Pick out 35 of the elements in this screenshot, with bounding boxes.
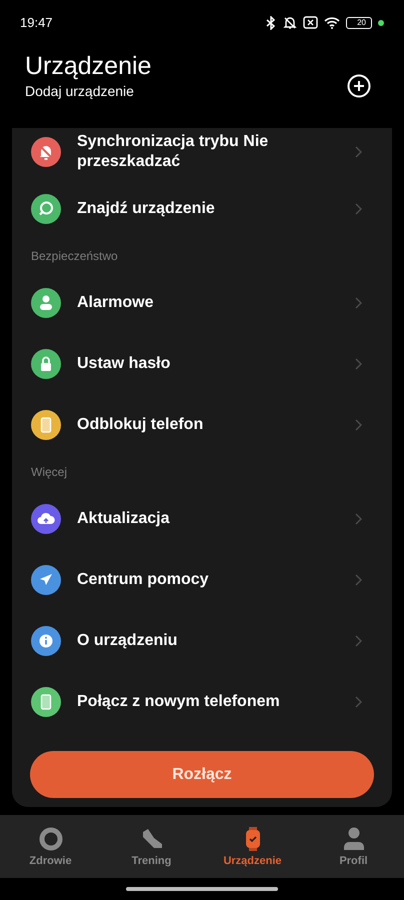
wifi-icon [324, 16, 340, 29]
add-device-link[interactable]: Dodaj urządzenie [25, 83, 152, 99]
settings-item[interactable]: Aktualizacja [12, 488, 392, 549]
chevron-icon [355, 574, 362, 586]
settings-item[interactable]: Centrum pomocy [12, 549, 392, 610]
sim-icon [303, 16, 318, 29]
chevron-icon [355, 512, 362, 524]
settings-item[interactable]: O urządzeniu [12, 610, 392, 671]
page-title: Urządzenie [25, 51, 152, 81]
chevron-icon [355, 358, 362, 370]
settings-item[interactable]: Synchronizacja trybu Nie przeszkadzać [12, 128, 392, 178]
status-time: 19:47 [20, 15, 53, 30]
nav-tab[interactable]: Trening [101, 815, 202, 878]
nav-tab[interactable]: Profil [303, 815, 404, 878]
chevron-icon [355, 418, 362, 430]
nav-tab[interactable]: Urządzenie [202, 815, 303, 878]
bluetooth-icon [265, 16, 278, 30]
settings-item[interactable]: Odblokuj telefon [12, 394, 392, 455]
settings-item[interactable]: Alarmowe [12, 272, 392, 333]
settings-item[interactable]: Połącz z nowym telefonem [12, 671, 392, 732]
section-heading: Więcej [30, 464, 68, 480]
settings-item[interactable]: Ustaw hasło [12, 333, 392, 394]
chevron-icon [355, 634, 362, 646]
privacy-dot-icon [378, 20, 384, 26]
chevron-icon [355, 202, 362, 214]
nav-tab[interactable]: Zdrowie [0, 815, 101, 878]
section-heading: Bezpieczeństwo [30, 248, 119, 264]
battery-indicator: 20 [346, 16, 372, 28]
add-icon[interactable] [347, 74, 371, 98]
ring-icon [38, 826, 64, 852]
chevron-icon [355, 696, 362, 708]
settings-item[interactable]: Znajdź urządzenie [12, 178, 392, 239]
chevron-icon [355, 146, 362, 158]
mute-icon [283, 16, 298, 30]
chevron-icon [355, 296, 362, 308]
